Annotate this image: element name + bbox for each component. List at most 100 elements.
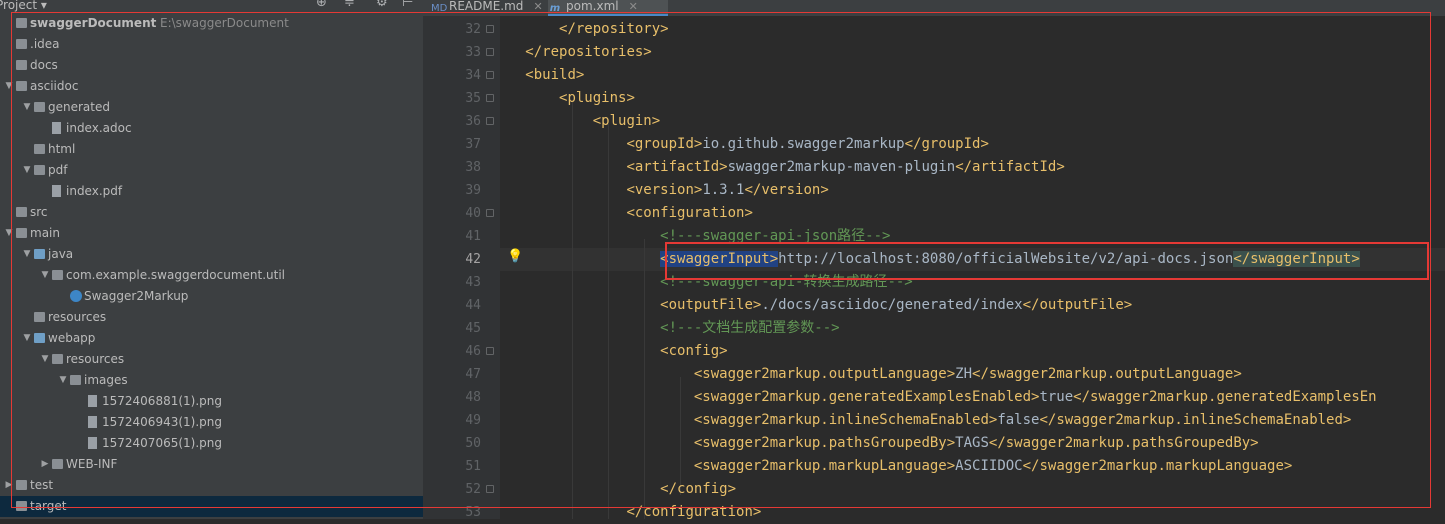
code-line[interactable]: </configuration> xyxy=(500,501,1445,519)
code-line[interactable]: <artifactId>swagger2markup-maven-plugin<… xyxy=(500,156,1445,179)
tree-item[interactable]: src xyxy=(0,202,423,223)
tree-item[interactable]: ▼ webapp xyxy=(0,328,423,349)
tree-item[interactable]: index.pdf xyxy=(0,181,423,202)
tab-readme[interactable]: MD README.md ✕ xyxy=(431,0,549,16)
xml-tag: <swagger2markup.pathsGroupedBy> xyxy=(693,435,956,451)
fold-marker[interactable] xyxy=(486,25,494,33)
tree-item[interactable]: ▶ test xyxy=(0,475,423,496)
expanded-arrow-icon[interactable]: ▼ xyxy=(22,244,32,265)
expanded-arrow-icon[interactable]: ▼ xyxy=(22,328,32,349)
code-line[interactable]: <swagger2markup.generatedExamplesEnabled… xyxy=(500,386,1445,409)
tree-item-label: 1572406943(1).png xyxy=(102,415,222,429)
collapsed-arrow-icon[interactable]: ▶ xyxy=(40,454,50,475)
code-line[interactable]: <plugin> xyxy=(500,110,1445,133)
collapsed-arrow-icon[interactable]: ▶ xyxy=(4,475,14,496)
fold-marker[interactable] xyxy=(486,48,494,56)
tree-item[interactable]: docs xyxy=(0,55,423,76)
tree-item[interactable]: ▼ main xyxy=(0,223,423,244)
code-line[interactable]: <swagger2markup.pathsGroupedBy>TAGS</swa… xyxy=(500,432,1445,455)
markdown-file-icon: MD xyxy=(431,3,448,14)
xml-text: false xyxy=(997,412,1040,428)
code-line[interactable]: <swagger2markup.markupLanguage>ASCIIDOC<… xyxy=(500,455,1445,478)
xml-tag: </version> xyxy=(744,182,829,198)
tree-item[interactable]: ▼ asciidoc xyxy=(0,76,423,97)
close-icon[interactable]: ✕ xyxy=(629,0,638,13)
hide-panel-icon[interactable]: ⊢ xyxy=(402,0,413,9)
tree-item[interactable]: ▶ WEB-INF xyxy=(0,454,423,475)
code-editor[interactable]: </repository> </repositories> <build> <p… xyxy=(500,16,1445,519)
tree-item[interactable]: ▼ images xyxy=(0,370,423,391)
expanded-arrow-icon[interactable]: ▼ xyxy=(40,349,50,370)
file-icon xyxy=(88,395,97,407)
close-icon[interactable]: ✕ xyxy=(533,0,542,13)
tree-item-label: .idea xyxy=(30,37,60,51)
code-line[interactable]: <swaggerInput>http://localhost:8080/offi… xyxy=(500,248,1445,271)
expanded-arrow-icon[interactable]: ▼ xyxy=(22,160,32,181)
tree-item[interactable]: ▼ generated xyxy=(0,97,423,118)
tree-item[interactable]: resources xyxy=(0,307,423,328)
fold-marker[interactable] xyxy=(486,117,494,125)
folder-icon xyxy=(34,312,45,322)
code-line[interactable]: <plugins> xyxy=(500,87,1445,110)
tree-item[interactable]: .idea xyxy=(0,34,423,55)
tree-item[interactable]: target xyxy=(0,496,423,517)
code-line[interactable]: </config> xyxy=(500,478,1445,501)
code-line[interactable]: <!---swagger-api-json路径--> xyxy=(500,225,1445,248)
tab-label: README.md xyxy=(449,0,524,13)
tree-item[interactable]: ▼ com.example.swaggerdocument.util xyxy=(0,265,423,286)
tree-item[interactable]: 1572406881(1).png xyxy=(0,391,423,412)
xml-tag: <artifactId> xyxy=(626,159,728,175)
fold-marker[interactable] xyxy=(486,347,494,355)
tree-item[interactable]: 1572406943(1).png xyxy=(0,412,423,433)
expanded-arrow-icon[interactable]: ▼ xyxy=(40,265,50,286)
code-line[interactable]: <groupId>io.github.swagger2markup</group… xyxy=(500,133,1445,156)
expanded-arrow-icon[interactable]: ▼ xyxy=(22,97,32,118)
xml-tag: <swagger2markup.inlineSchemaEnabled> xyxy=(693,412,998,428)
xml-text: 1.3.1 xyxy=(702,182,745,198)
lightbulb-icon[interactable]: 💡 xyxy=(507,249,523,264)
collapse-all-icon[interactable]: ≑ xyxy=(344,0,355,9)
tree-item[interactable]: Swagger2Markup xyxy=(0,286,423,307)
code-line[interactable]: <config> xyxy=(500,340,1445,363)
fold-marker[interactable] xyxy=(486,209,494,217)
line-number: 39 xyxy=(465,183,481,198)
tree-item[interactable]: swaggerDocument E:\swaggerDocument xyxy=(0,13,423,34)
tree-item[interactable]: index.adoc xyxy=(0,118,423,139)
expanded-arrow-icon[interactable]: ▼ xyxy=(58,370,68,391)
expanded-arrow-icon[interactable]: ▼ xyxy=(4,76,14,97)
tree-item[interactable]: ▼ resources xyxy=(0,349,423,370)
line-number: 45 xyxy=(465,321,481,336)
fold-marker[interactable] xyxy=(486,71,494,79)
tree-item[interactable]: 1572407065(1).png xyxy=(0,433,423,454)
code-line[interactable]: <version>1.3.1</version> xyxy=(500,179,1445,202)
xml-tag: <swagger2markup.markupLanguage> xyxy=(693,458,956,474)
code-line[interactable]: <!---文档生成配置参数--> xyxy=(500,317,1445,340)
source-folder-icon xyxy=(34,249,45,259)
code-line[interactable]: </repository> xyxy=(500,18,1445,41)
tab-pom-xml[interactable]: m pom.xml ✕ xyxy=(548,0,668,16)
fold-marker[interactable] xyxy=(486,485,494,493)
xml-tag: </swagger2markup.markupLanguage> xyxy=(1022,458,1293,474)
expanded-arrow-icon[interactable]: ▼ xyxy=(4,223,14,244)
folder-icon xyxy=(16,81,27,91)
tree-item[interactable]: html xyxy=(0,139,423,160)
gear-icon[interactable]: ⚙ xyxy=(376,0,388,9)
tree-item[interactable]: ▼ java xyxy=(0,244,423,265)
fold-marker[interactable] xyxy=(486,94,494,102)
code-line[interactable]: <build> xyxy=(500,64,1445,87)
project-view-dropdown[interactable]: Project ▾ xyxy=(0,0,47,11)
code-line[interactable]: <outputFile>./docs/asciidoc/generated/in… xyxy=(500,294,1445,317)
code-line[interactable]: <configuration> xyxy=(500,202,1445,225)
code-line[interactable]: <swagger2markup.outputLanguage>ZH</swagg… xyxy=(500,363,1445,386)
code-line[interactable]: <!---swagger-api-转换生成路径--> xyxy=(500,271,1445,294)
tree-item[interactable]: ▼ pdf xyxy=(0,160,423,181)
code-line[interactable]: <swagger2markup.inlineSchemaEnabled>fals… xyxy=(500,409,1445,432)
folder-icon xyxy=(16,60,27,70)
target-icon[interactable]: ⊕ xyxy=(316,0,327,9)
code-line[interactable]: </repositories> xyxy=(500,41,1445,64)
